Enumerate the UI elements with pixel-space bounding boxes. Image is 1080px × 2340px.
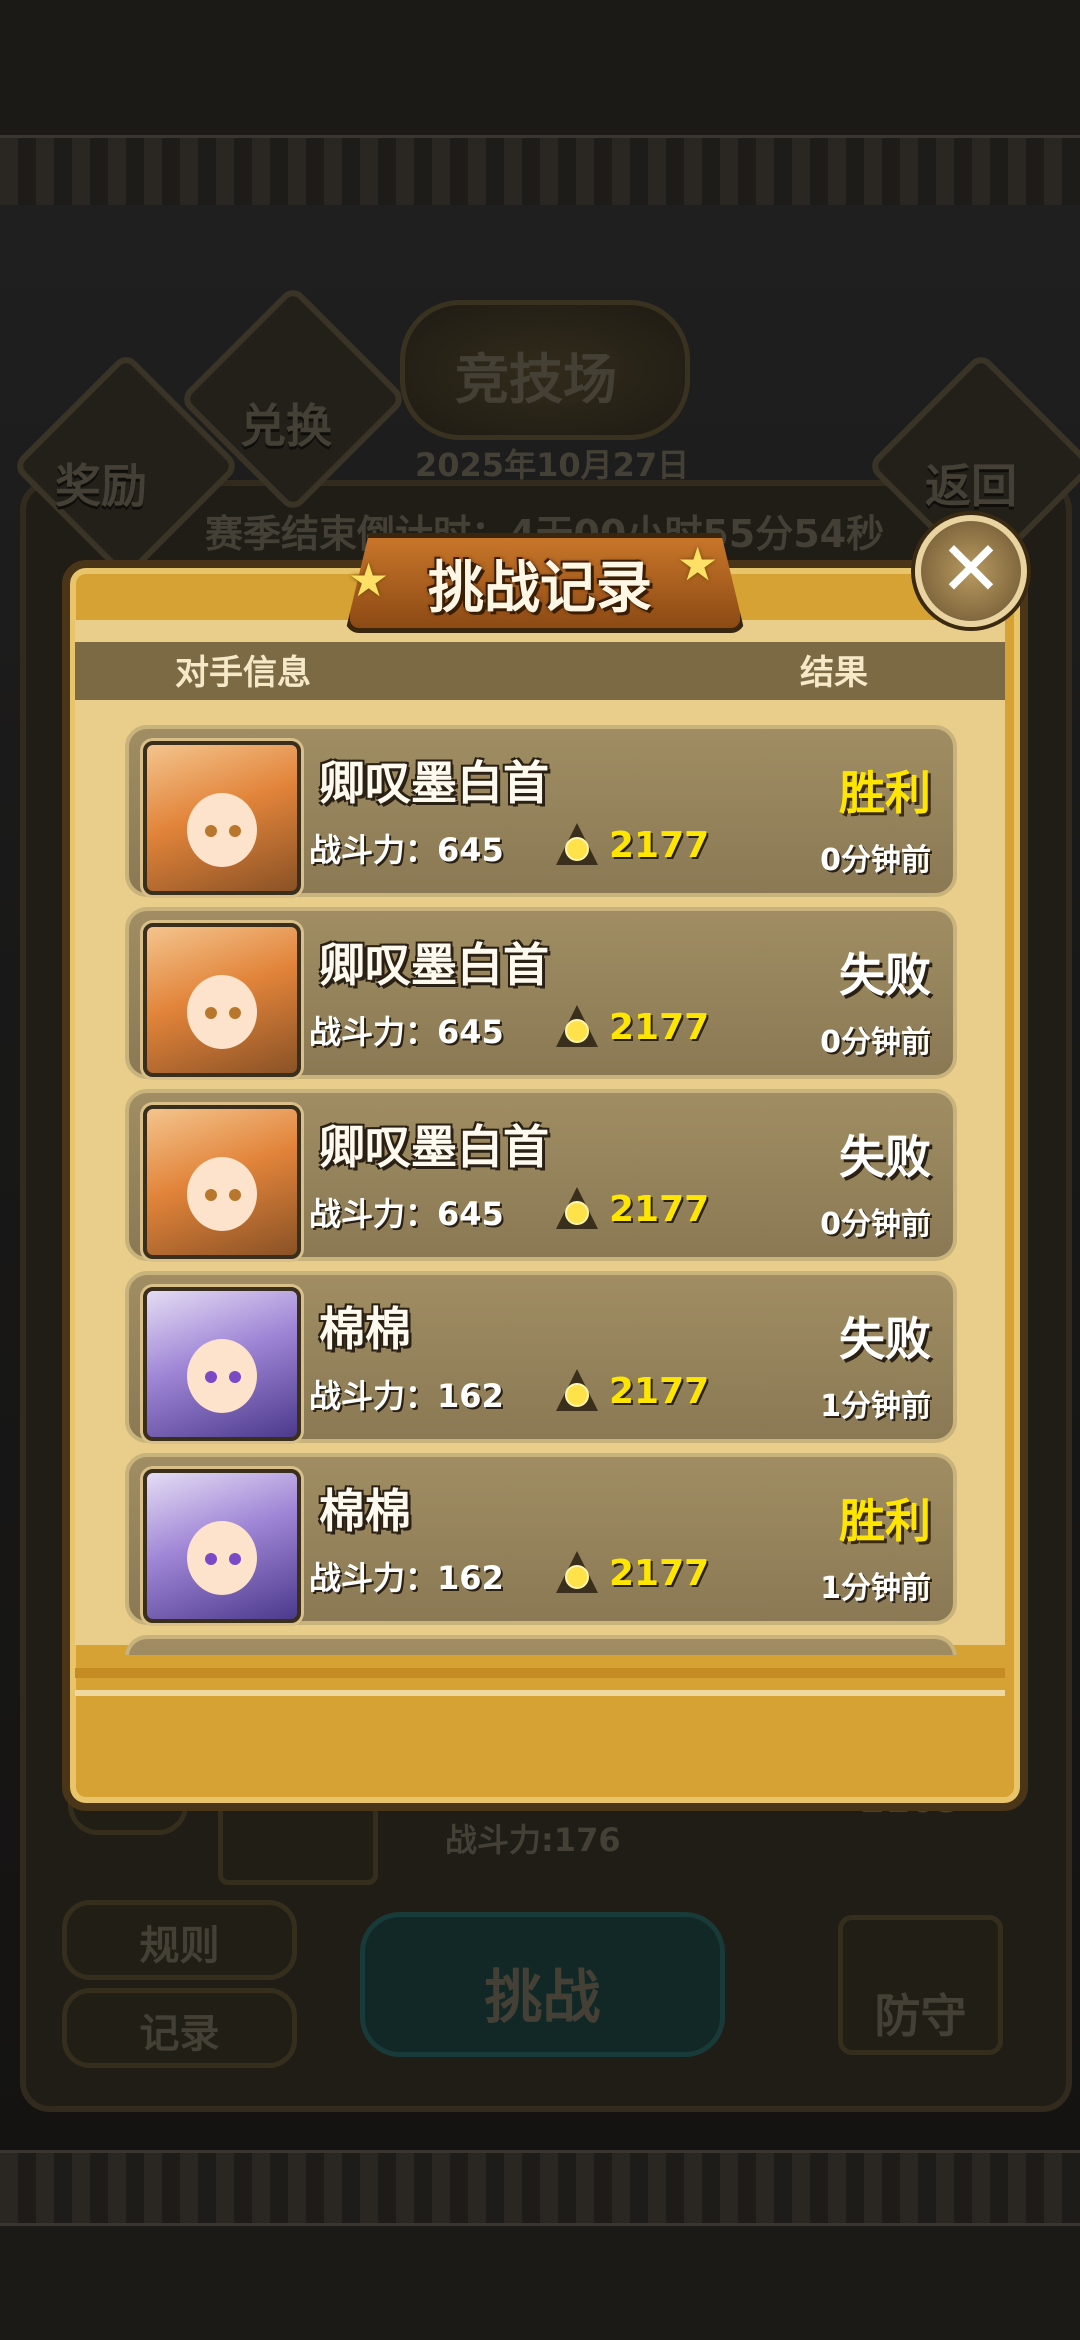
match-result: 失败 bbox=[839, 1130, 931, 1184]
dialog-footer-stripe bbox=[75, 1668, 1005, 1678]
opponent-score: 2177 bbox=[609, 1189, 710, 1230]
avatar-face bbox=[187, 793, 257, 867]
opponent-power: 战斗力：645 bbox=[309, 831, 504, 869]
avatar-face bbox=[187, 975, 257, 1049]
opponent-power: 战斗力：645 bbox=[309, 1195, 504, 1233]
rank-score-icon bbox=[556, 823, 598, 865]
opponent-name: 棉棉 bbox=[319, 1484, 411, 1538]
opponent-avatar bbox=[143, 1469, 301, 1623]
avatar-eye bbox=[229, 1189, 241, 1201]
avatar-eye bbox=[205, 1553, 217, 1565]
record-list[interactable]: 卿叹墨白首 战斗力：645 2177 胜利 0分钟前 卿叹墨白首 战斗力：645 2177 失败… bbox=[125, 710, 960, 1655]
opponent-name: 卿叹墨白首 bbox=[319, 756, 549, 810]
record-row[interactable]: 卿叹墨白首战斗力：645 2177 失败 0分钟前 bbox=[125, 1089, 957, 1261]
record-row[interactable]: 棉棉战斗力：162 2177 失败 1分钟前 bbox=[125, 1271, 957, 1443]
opponent-score: 2177 bbox=[609, 825, 710, 866]
match-result: 失败 bbox=[839, 948, 931, 1002]
top-decor-band bbox=[0, 135, 1080, 211]
opponent-score: 2177 bbox=[609, 1371, 710, 1412]
record-row[interactable]: 棉棉战斗力：162 2177 胜利 1分钟前 bbox=[125, 1453, 957, 1625]
opponent-name: 卿叹墨白首 bbox=[319, 1120, 549, 1174]
rank-score-icon bbox=[556, 1005, 598, 1047]
avatar-eye bbox=[205, 1371, 217, 1383]
avatar-eye bbox=[229, 1553, 241, 1565]
opponent-name: 棉棉 bbox=[319, 1302, 411, 1356]
match-time: 1分钟前 bbox=[820, 1571, 931, 1606]
match-result: 失败 bbox=[839, 1312, 931, 1366]
bottom-decor-band bbox=[0, 2150, 1080, 2226]
record-row[interactable]: 卿叹墨白首战斗力：645 2177 失败 0分钟前 bbox=[125, 907, 957, 1079]
match-result: 胜利 bbox=[839, 766, 931, 820]
rank-score-icon bbox=[556, 1187, 598, 1229]
match-time: 0分钟前 bbox=[820, 843, 931, 878]
match-result: 胜利 bbox=[839, 1494, 931, 1548]
record-row-partial[interactable] bbox=[125, 1635, 957, 1655]
record-row[interactable]: 卿叹墨白首战斗力：645 2177 胜利 0分钟前 bbox=[125, 725, 957, 897]
header-result: 结果 bbox=[800, 653, 868, 693]
avatar-eye bbox=[205, 1189, 217, 1201]
star-icon: ★ bbox=[348, 553, 390, 607]
opponent-score: 2177 bbox=[609, 1007, 710, 1048]
rank-score-icon bbox=[556, 1369, 598, 1411]
opponent-avatar bbox=[143, 1287, 301, 1441]
opponent-power: 战斗力：645 bbox=[309, 1013, 504, 1051]
opponent-power: 战斗力：162 bbox=[309, 1377, 504, 1415]
avatar-eye bbox=[205, 825, 217, 837]
avatar-face bbox=[187, 1157, 257, 1231]
opponent-power: 战斗力：162 bbox=[309, 1559, 504, 1597]
opponent-name: 卿叹墨白首 bbox=[319, 938, 549, 992]
match-time: 0分钟前 bbox=[820, 1207, 931, 1242]
opponent-avatar bbox=[143, 1105, 301, 1259]
opponent-avatar bbox=[143, 741, 301, 895]
rank-score-icon bbox=[556, 1551, 598, 1593]
avatar-eye bbox=[229, 1371, 241, 1383]
match-time: 1分钟前 bbox=[820, 1389, 931, 1424]
avatar-eye bbox=[229, 1007, 241, 1019]
star-icon: ★ bbox=[677, 537, 719, 591]
avatar-eye bbox=[229, 825, 241, 837]
header-opponent: 对手信息 bbox=[175, 653, 311, 693]
close-icon[interactable]: ✕ bbox=[915, 515, 1027, 627]
opponent-avatar bbox=[143, 923, 301, 1077]
match-time: 0分钟前 bbox=[820, 1025, 931, 1060]
avatar-face bbox=[187, 1339, 257, 1413]
opponent-score: 2177 bbox=[609, 1553, 710, 1594]
dialog-footer-stripe bbox=[75, 1690, 1005, 1696]
avatar-eye bbox=[205, 1007, 217, 1019]
avatar-face bbox=[187, 1521, 257, 1595]
